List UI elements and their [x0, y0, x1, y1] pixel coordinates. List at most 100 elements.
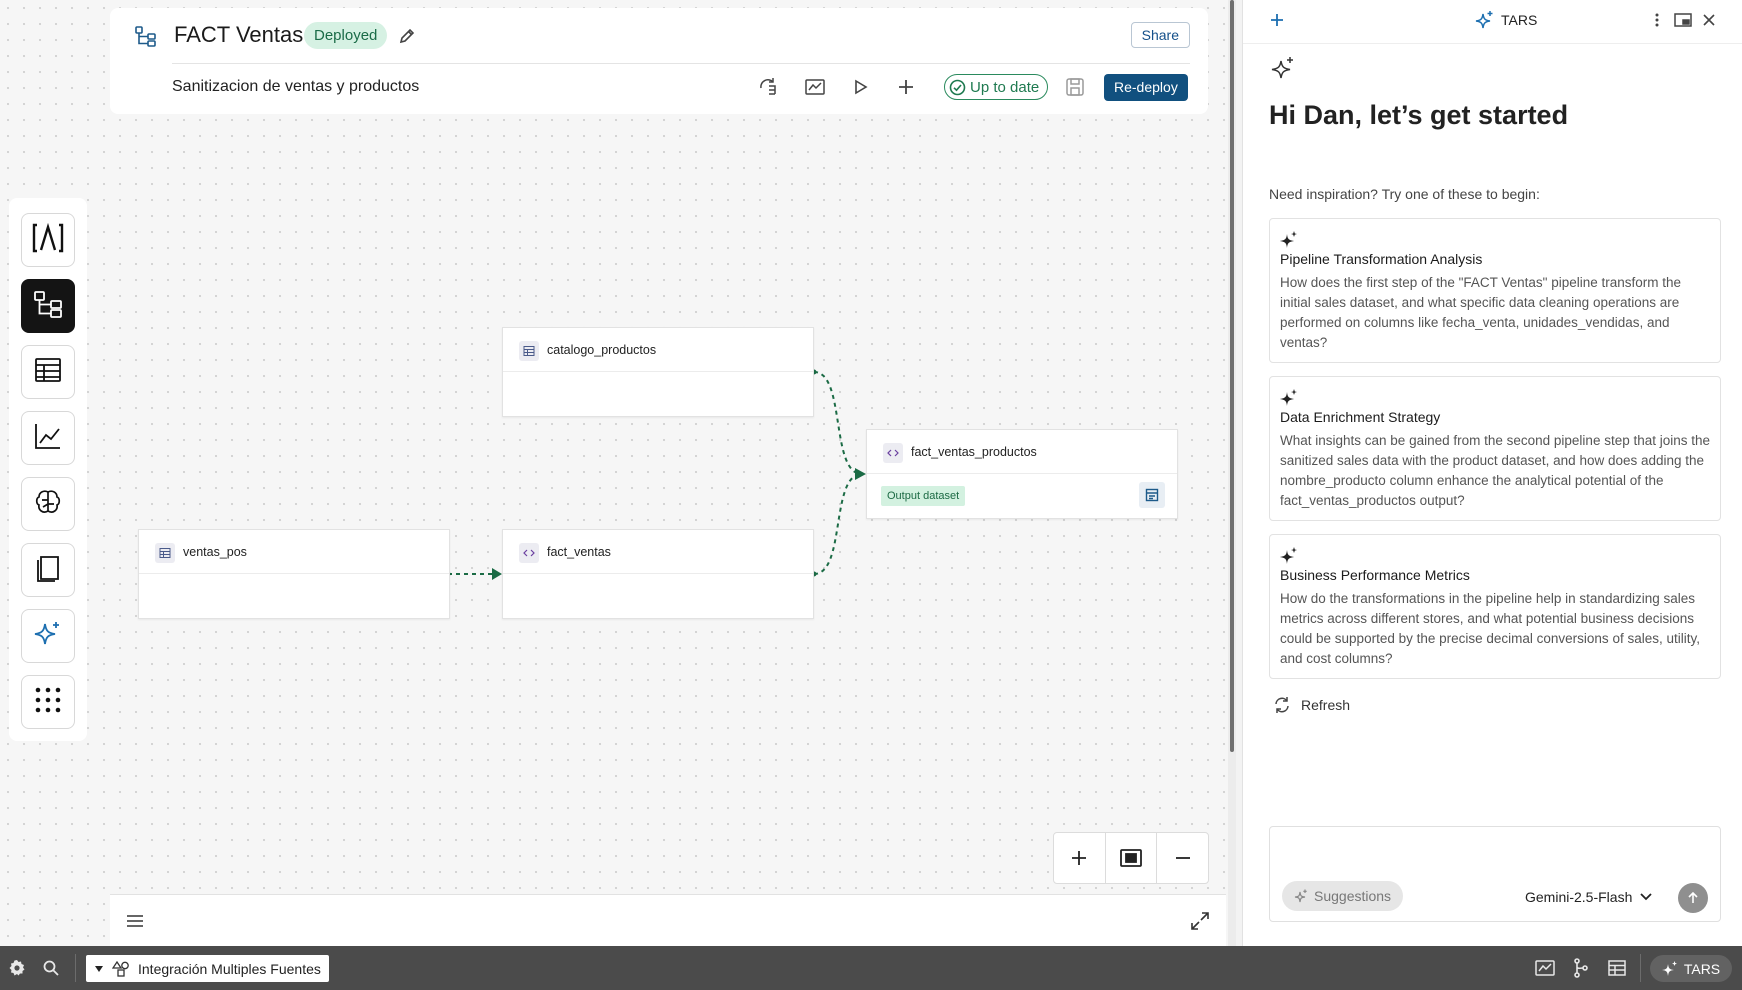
header-title-row: FACT Ventas Deployed Share [110, 8, 1208, 64]
splitter-scrollbar[interactable] [1230, 0, 1234, 752]
pipeline-icon [134, 24, 158, 48]
pipeline-canvas[interactable]: FACT Ventas Deployed Share Sanitizacion … [0, 0, 1228, 946]
pipeline-description: Sanitizacion de ventas y productos [172, 78, 420, 95]
tars-label: TARS [1683, 960, 1721, 977]
up-to-date-status[interactable]: Up to date [944, 74, 1049, 100]
assistant-panel: TARS Hi Dan, let’s get started Need insp… [1242, 0, 1742, 946]
pipeline-header: FACT Ventas Deployed Share Sanitizacion … [110, 8, 1208, 114]
fit-view-button[interactable] [1106, 833, 1158, 883]
card-body: What insights can be gained from the sec… [1280, 433, 1711, 508]
chevron-down-icon [1640, 893, 1653, 901]
assistant-name: TARS [1501, 12, 1538, 28]
zoom-out-button[interactable] [1157, 833, 1208, 883]
refresh-button[interactable]: Refresh [1273, 696, 1350, 714]
expand-icon[interactable] [1190, 911, 1210, 936]
node-header: fact_ventas_productos [867, 430, 1177, 474]
node-catalogo-productos[interactable]: catalogo_productos [502, 327, 814, 417]
assistant-greeting: Hi Dan, let’s get started [1269, 100, 1569, 130]
suggestion-card[interactable]: Pipeline Transformation Analysis How doe… [1269, 218, 1721, 363]
add-step-icon[interactable] [894, 75, 918, 99]
sparkle-icon [1280, 389, 1298, 407]
model-name: Gemini-2.5-Flash [1525, 889, 1633, 905]
rail-dataset-button[interactable] [21, 345, 75, 399]
node-label: ventas_pos [183, 545, 247, 559]
suggestions-label: Suggestions [1314, 888, 1392, 904]
line-chart-icon [33, 421, 63, 456]
zoom-controls [1053, 832, 1209, 884]
search-icon[interactable] [41, 958, 61, 978]
workspace-tab-label: Integración Multiples Fuentes [138, 960, 321, 977]
more-vertical-icon[interactable] [1647, 10, 1667, 30]
branch-icon[interactable] [1571, 958, 1591, 978]
node-ventas-pos[interactable]: ventas_pos [138, 529, 450, 619]
suggestion-card[interactable]: Data Enrichment Strategy What insights c… [1269, 376, 1721, 521]
sparkle-icon [1475, 11, 1493, 29]
pipeline-title: FACT Ventas [174, 22, 304, 47]
chat-composer[interactable]: Suggestions Gemini-2.5-Flash [1269, 826, 1721, 922]
check-circle-icon [949, 79, 966, 95]
menu-lines-icon[interactable] [126, 913, 144, 934]
rail-assistant-button[interactable] [21, 609, 75, 663]
table-icon [519, 341, 539, 361]
node-header: catalogo_productos [503, 328, 813, 372]
refresh-label: Refresh [1301, 697, 1351, 713]
rail-lambda-button[interactable] [21, 213, 75, 267]
brain-icon [33, 487, 63, 522]
edit-pencil-icon[interactable] [398, 27, 416, 45]
rebuild-icon[interactable] [756, 75, 780, 99]
up-to-date-label: Up to date [970, 78, 1040, 96]
database-table-icon [33, 355, 63, 390]
arrow-up-icon [1688, 892, 1698, 903]
edge-fact-ventas-to-fvp [813, 473, 863, 575]
panel-splitter[interactable] [1228, 0, 1236, 946]
plus-icon [1072, 851, 1087, 865]
close-icon[interactable] [1699, 10, 1719, 30]
rail-notebook-button[interactable] [21, 543, 75, 597]
rail-apps-button[interactable] [21, 675, 75, 729]
save-icon[interactable] [1064, 76, 1086, 98]
workspace-tab[interactable]: Integración Multiples Fuentes [86, 955, 329, 982]
assistant-title: TARS [1475, 10, 1537, 30]
tars-toggle-button[interactable]: TARS [1650, 955, 1732, 982]
preview-chart-icon[interactable] [803, 75, 827, 99]
dataset-preview-icon[interactable] [1139, 482, 1165, 508]
share-button[interactable]: Share [1130, 22, 1190, 48]
rail-model-button[interactable] [21, 477, 75, 531]
send-button[interactable] [1678, 883, 1708, 913]
model-selector[interactable]: Gemini-2.5-Flash [1525, 889, 1653, 905]
table-icon[interactable] [1607, 958, 1627, 978]
sparkle-icon [1661, 960, 1677, 976]
assistant-topbar: TARS [1243, 0, 1742, 44]
settings-gear-icon[interactable] [7, 958, 27, 978]
card-title: Pipeline Transformation Analysis [1280, 251, 1483, 267]
popout-window-icon[interactable] [1673, 10, 1693, 30]
preview-panel-icon[interactable] [1535, 958, 1555, 978]
suggestion-card[interactable]: Business Performance Metrics How do the … [1269, 534, 1721, 679]
suggestions-button[interactable]: Suggestions [1282, 881, 1404, 911]
node-fact-ventas[interactable]: fact_ventas [502, 529, 814, 619]
card-title: Business Performance Metrics [1280, 567, 1470, 583]
node-header: fact_ventas [503, 530, 813, 574]
sparkle-icon [1280, 547, 1298, 565]
lambda-icon [31, 221, 65, 260]
refresh-icon [1275, 697, 1289, 713]
rail-chart-button[interactable] [21, 411, 75, 465]
fit-view-icon [1120, 849, 1142, 867]
inspiration-text: Need inspiration? Try one of these to be… [1269, 186, 1540, 202]
edge-arrow-fact-ventas [492, 568, 502, 580]
new-chat-plus-icon[interactable] [1267, 10, 1287, 30]
card-body: How do the transformations in the pipeli… [1280, 591, 1700, 666]
output-dataset-badge: Output dataset [881, 486, 966, 506]
card-title: Data Enrichment Strategy [1280, 409, 1441, 425]
divider [75, 954, 76, 982]
rail-pipeline-button[interactable] [21, 279, 75, 333]
minus-icon [1175, 857, 1190, 859]
sparkle-icon [1294, 889, 1307, 903]
run-play-icon[interactable] [848, 75, 872, 99]
edge-catalogo-to-fvp [813, 371, 863, 475]
redeploy-button[interactable]: Re-deploy [1104, 74, 1188, 101]
node-fact-ventas-productos[interactable]: fact_ventas_productos Output dataset [866, 429, 1178, 519]
zoom-in-button[interactable] [1054, 833, 1106, 883]
node-label: fact_ventas_productos [911, 445, 1037, 459]
pipeline-icon [33, 289, 63, 324]
